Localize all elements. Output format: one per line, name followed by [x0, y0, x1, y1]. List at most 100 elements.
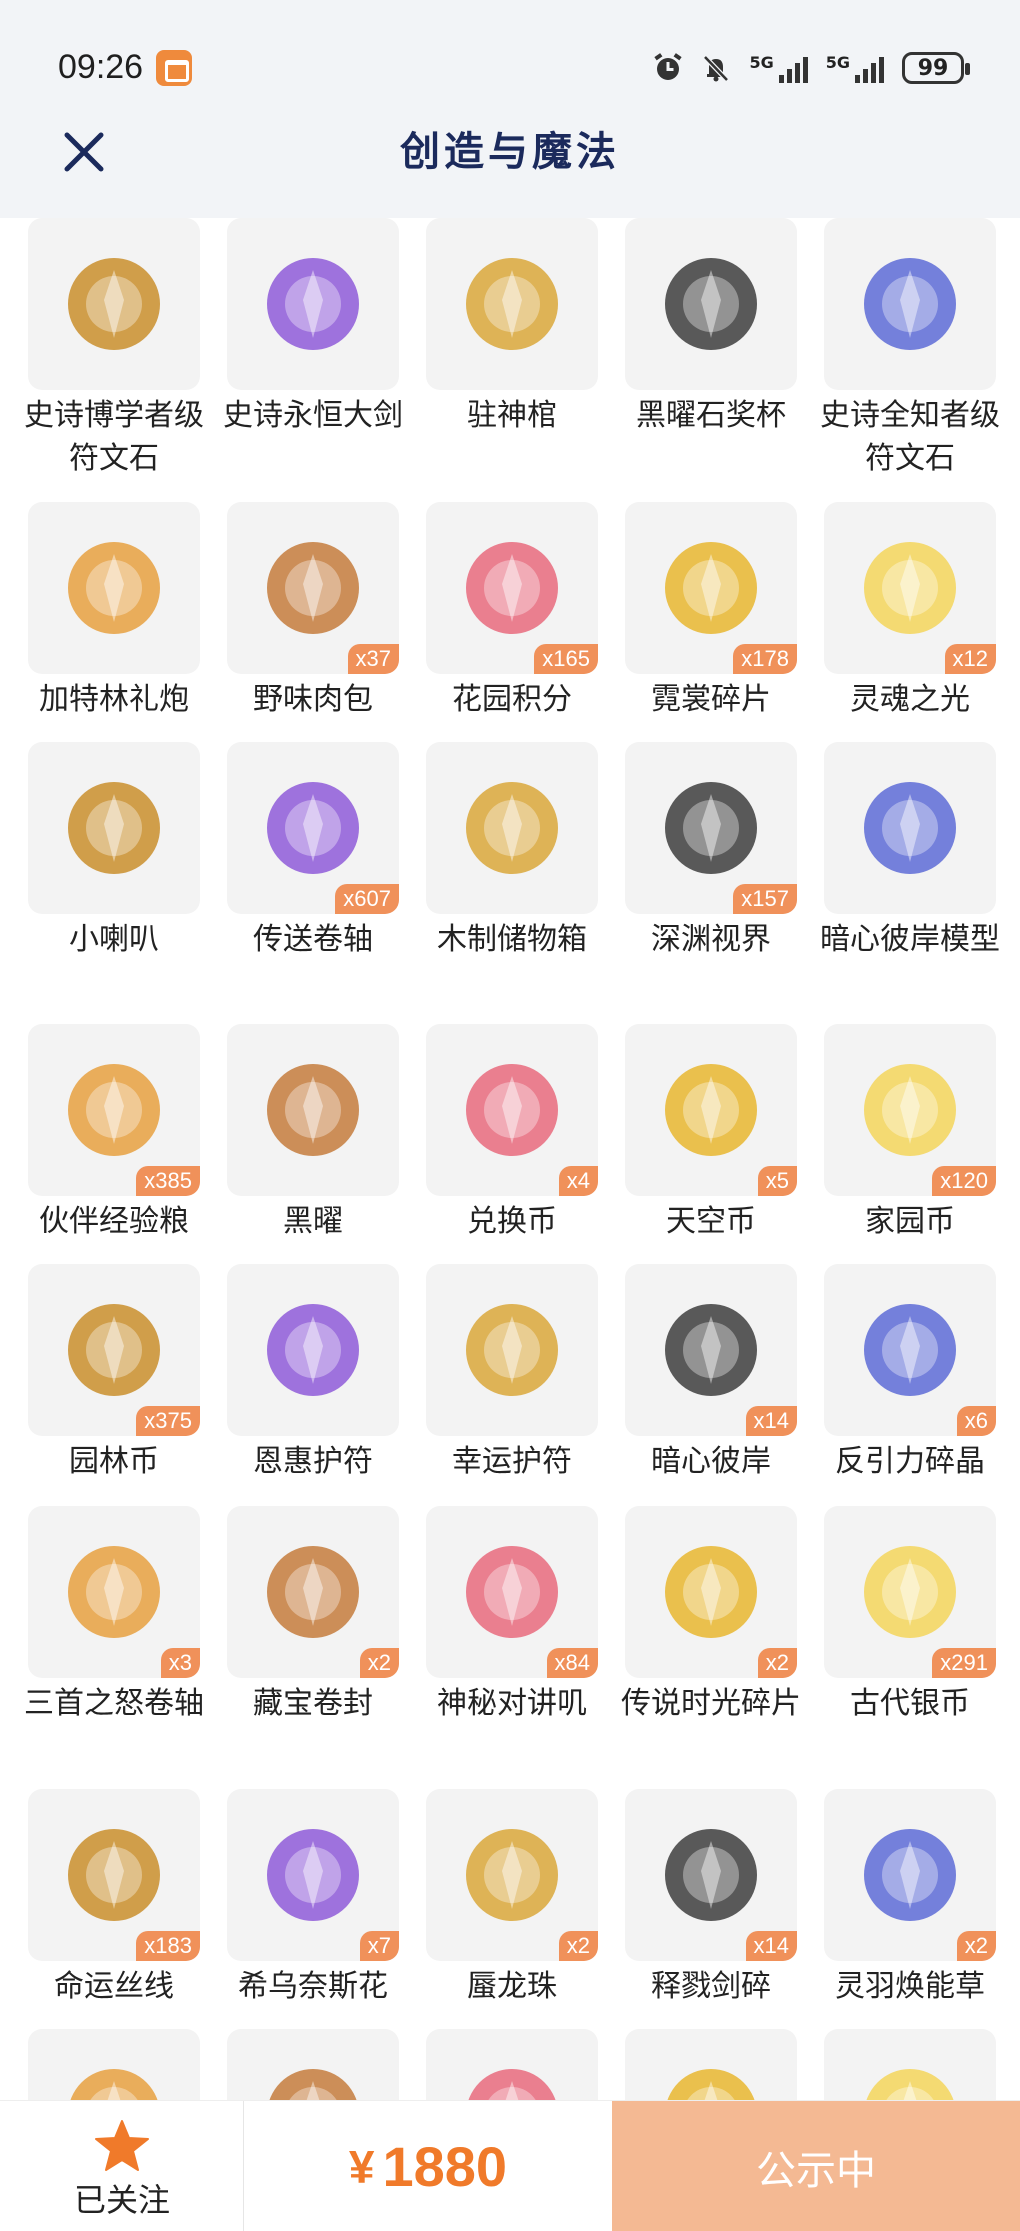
item-tile[interactable]: x12: [824, 502, 996, 674]
item-name: 史诗全知者级符文石: [820, 398, 1000, 476]
item-tile[interactable]: x6: [824, 1264, 996, 1436]
spider-lily-icon: [651, 1290, 771, 1410]
item-tile[interactable]: x7: [227, 1789, 399, 1961]
shrine-icon: [452, 244, 572, 364]
garden-coin-icon: [54, 1290, 174, 1410]
item-name: 希乌奈斯花: [238, 1969, 388, 2004]
item-tile[interactable]: x165: [426, 502, 598, 674]
status-bar: 09:26 5G 5G 99: [0, 0, 1020, 120]
item-name: 兑换币: [467, 1204, 557, 1239]
exchange-coin-icon: [452, 1050, 572, 1170]
silver-coin-icon: [850, 1532, 970, 1652]
item-quantity-badge: x607: [335, 884, 399, 914]
item-tile[interactable]: [227, 1264, 399, 1436]
rune-stone-blue-icon: [850, 244, 970, 364]
item-tile[interactable]: x385: [28, 1024, 200, 1196]
item-tile[interactable]: x2: [227, 1506, 399, 1678]
item-quantity-badge: x6: [956, 1406, 996, 1436]
item-name: 蜃龙珠: [467, 1969, 557, 2004]
item-name: 反引力碎晶: [835, 1444, 985, 1479]
app-notification-icon: [156, 50, 192, 86]
item-tile[interactable]: x183: [28, 1789, 200, 1961]
item-tile[interactable]: [28, 502, 200, 674]
soul-light-icon: [850, 528, 970, 648]
item-quantity-badge: x7: [359, 1931, 399, 1961]
item-quantity-badge: x183: [136, 1931, 200, 1961]
red-flower-icon: [253, 1815, 373, 1935]
item-tile[interactable]: [28, 218, 200, 390]
abyss-eye-icon: [651, 768, 771, 888]
item-name: 神秘对讲叽: [437, 1686, 587, 1721]
follow-button[interactable]: 已关注: [0, 2101, 244, 2231]
item-tile[interactable]: x2: [824, 1789, 996, 1961]
item-tile[interactable]: x14: [625, 1264, 797, 1436]
steamed-buns-icon: [253, 528, 373, 648]
follow-label: 已关注: [73, 2181, 170, 2219]
item-tile[interactable]: x291: [824, 1506, 996, 1678]
close-button[interactable]: [52, 120, 116, 184]
item-quantity-badge: x157: [733, 884, 797, 914]
item-name: 黑曜石奖杯: [636, 398, 786, 433]
item-tile[interactable]: x37: [227, 502, 399, 674]
page-title: 创造与魔法: [400, 128, 620, 175]
item-quantity-badge: x3: [160, 1648, 200, 1678]
wooden-box-icon: [452, 768, 572, 888]
item-name: 天空币: [666, 1204, 756, 1239]
item-quantity-badge: x14: [745, 1406, 797, 1436]
item-tile[interactable]: [625, 2029, 797, 2100]
item-tile[interactable]: x2: [625, 1506, 797, 1678]
item-tile[interactable]: x2: [426, 1789, 598, 1961]
item-tile[interactable]: x14: [625, 1789, 797, 1961]
partial-item-2-icon: [253, 2055, 373, 2100]
item-name: 史诗永恒大剑: [223, 398, 403, 433]
item-name: 霓裳碎片: [651, 682, 771, 717]
item-tile[interactable]: x120: [824, 1024, 996, 1196]
item-tile[interactable]: [227, 218, 399, 390]
item-tile[interactable]: x3: [28, 1506, 200, 1678]
item-name: 释戮剑碎: [651, 1969, 771, 2004]
item-name: 木制储物箱: [437, 922, 587, 957]
teleport-scroll-icon: [253, 768, 373, 888]
item-name: 命运丝线: [54, 1969, 174, 2004]
item-tile[interactable]: x375: [28, 1264, 200, 1436]
item-tile[interactable]: x84: [426, 1506, 598, 1678]
item-tile[interactable]: [426, 1264, 598, 1436]
item-tile[interactable]: [227, 1024, 399, 1196]
item-name: 恩惠护符: [253, 1444, 373, 1479]
item-tile[interactable]: [426, 218, 598, 390]
item-tile[interactable]: [824, 2029, 996, 2100]
status-button[interactable]: 公示中: [612, 2101, 1020, 2231]
item-tile[interactable]: x607: [227, 742, 399, 914]
item-name: 古代银币: [850, 1686, 970, 1721]
clock: 09:26: [58, 48, 144, 86]
system-icons: 5G 5G 99: [653, 48, 970, 88]
grace-amulet-icon: [253, 1290, 373, 1410]
item-tile[interactable]: x5: [625, 1024, 797, 1196]
item-name: 伙伴经验粮: [39, 1204, 189, 1239]
item-tile[interactable]: [28, 742, 200, 914]
item-tile[interactable]: x178: [625, 502, 797, 674]
feather-grass-icon: [850, 1815, 970, 1935]
partial-item-1-icon: [54, 2055, 174, 2100]
luck-amulet-icon: [452, 1290, 572, 1410]
item-tile[interactable]: [824, 742, 996, 914]
item-name: 园林币: [69, 1444, 159, 1479]
price: ¥ 1880: [244, 2101, 612, 2231]
time-fragment-icon: [651, 1532, 771, 1652]
item-tile[interactable]: [625, 218, 797, 390]
battery-icon: 99: [902, 52, 970, 84]
item-name: 传说时光碎片: [621, 1686, 801, 1721]
item-tile[interactable]: [824, 218, 996, 390]
item-quantity-badge: x375: [136, 1406, 200, 1436]
item-tile[interactable]: x4: [426, 1024, 598, 1196]
item-quantity-badge: x291: [932, 1648, 996, 1678]
bottom-bar: 已关注 ¥ 1880 公示中: [0, 2100, 1020, 2231]
item-tile[interactable]: [426, 2029, 598, 2100]
item-tile[interactable]: x157: [625, 742, 797, 914]
dark-scroll-icon: [54, 1532, 174, 1652]
item-tile[interactable]: [227, 2029, 399, 2100]
item-tile[interactable]: [28, 2029, 200, 2100]
currency-symbol: ¥: [348, 2140, 375, 2193]
item-tile[interactable]: [426, 742, 598, 914]
item-name: 三首之怒卷轴: [24, 1686, 204, 1721]
